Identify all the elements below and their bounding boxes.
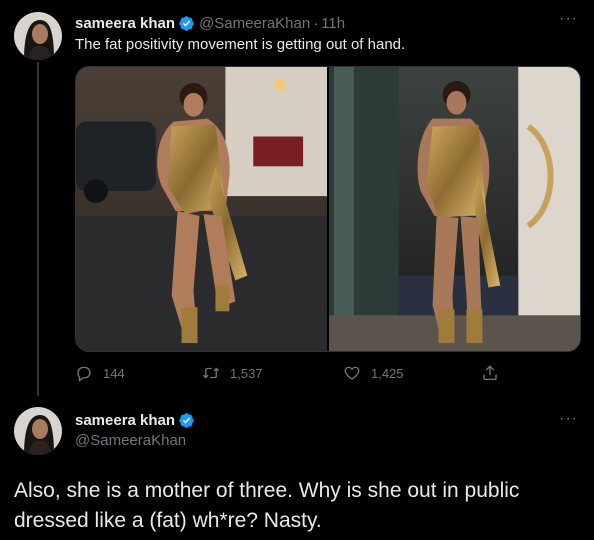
retweet-icon: [203, 367, 219, 379]
tweet-media[interactable]: [75, 66, 581, 352]
retweet-button[interactable]: 1,537: [202, 364, 263, 382]
avatar[interactable]: [14, 12, 62, 60]
tweet-reply-focused[interactable]: sameera khan @SameeraKhan ··· Also, she …: [0, 396, 594, 540]
verified-badge-icon: [178, 15, 195, 32]
tweet-original[interactable]: sameera khan @SameeraKhan · 11h ··· The …: [0, 0, 594, 396]
heart-icon: [344, 366, 360, 380]
author-handle[interactable]: @SameeraKhan: [199, 15, 310, 32]
reply-count: 144: [103, 365, 125, 381]
media-photo-right[interactable]: [329, 67, 580, 351]
timestamp[interactable]: 11h: [321, 15, 345, 32]
more-dots-icon[interactable]: ···: [559, 410, 578, 428]
share-icon: [483, 365, 497, 381]
reply-button[interactable]: 144: [75, 364, 125, 382]
media-photo-left[interactable]: [76, 67, 327, 351]
author-name[interactable]: sameera khan: [75, 412, 175, 429]
avatar[interactable]: [14, 407, 62, 455]
reply-icon: [77, 366, 91, 382]
tweet-actions: 144 1,537 1,425: [75, 364, 515, 386]
more-dots-icon[interactable]: ···: [559, 10, 578, 28]
author-handle[interactable]: @SameeraKhan: [75, 432, 186, 449]
verified-badge-icon: [178, 412, 195, 429]
like-button[interactable]: 1,425: [343, 364, 404, 382]
tweet-header: sameera khan: [75, 412, 199, 429]
tweet-text: The fat positivity movement is getting o…: [75, 36, 406, 53]
tweet-text: Also, she is a mother of three. Why is s…: [14, 479, 520, 532]
separator-dot: ·: [313, 14, 319, 32]
author-name[interactable]: sameera khan: [75, 15, 175, 32]
thread-connector-line: [37, 62, 39, 396]
tweet-header: sameera khan @SameeraKhan · 11h: [75, 13, 345, 33]
retweet-count: 1,537: [230, 365, 263, 381]
like-count: 1,425: [371, 365, 404, 381]
share-button[interactable]: [481, 364, 509, 382]
